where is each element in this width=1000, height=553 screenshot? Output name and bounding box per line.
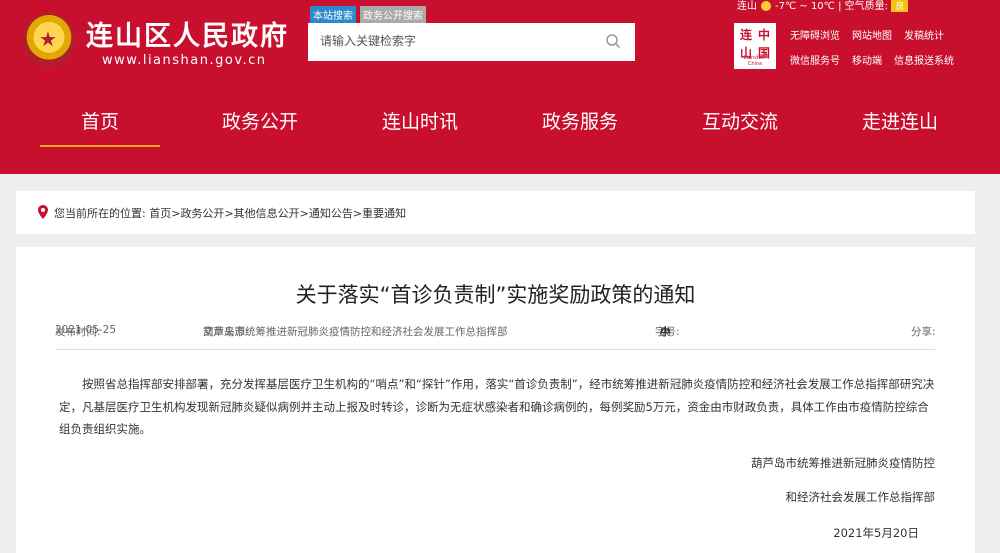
location-pin-icon xyxy=(38,205,48,219)
search-icon[interactable] xyxy=(605,33,621,49)
main-nav: 首页 政务公开 连山时讯 政务服务 互动交流 走进连山 xyxy=(40,108,960,147)
seal-caption: Lianshan China xyxy=(743,55,767,67)
nav-news[interactable]: 连山时讯 xyxy=(360,108,480,142)
breadcrumb-sep: > xyxy=(224,207,234,220)
breadcrumb-home[interactable]: 首页 xyxy=(149,207,171,220)
top-links: 无障碍浏览 网站地图 发稿统计 微信服务号 移动端 信息报送系统 xyxy=(790,27,990,77)
breadcrumb-notices[interactable]: 通知公告 xyxy=(309,207,353,220)
seal-char: 中 xyxy=(757,28,770,42)
link-wechat[interactable]: 微信服务号 xyxy=(790,52,840,67)
weather-temp: -7℃ ~ 10℃ xyxy=(775,1,835,12)
link-info-report[interactable]: 信息报送系统 xyxy=(894,52,954,67)
site-header: ★ 连山区人民政府 www.lianshan.gov.cn 本站搜索 政务公开搜索… xyxy=(0,0,1000,174)
article-body: 按照省总指挥部安排部署，充分发挥基层医疗卫生机构的“哨点”和“探针”作用，落实“… xyxy=(59,377,935,436)
site-url: www.lianshan.gov.cn xyxy=(102,53,267,68)
link-mobile[interactable]: 移动端 xyxy=(852,52,882,67)
link-post-stats[interactable]: 发稿统计 xyxy=(904,27,944,42)
sun-icon xyxy=(761,1,771,11)
breadcrumb-sep: > xyxy=(299,207,309,220)
link-sitemap[interactable]: 网站地图 xyxy=(852,27,892,42)
article-title: 关于落实“首诊负责制”实施奖励政策的通知 xyxy=(295,283,696,307)
seal-char: 连 xyxy=(739,28,752,42)
site-title[interactable]: 连山区人民政府 xyxy=(86,14,289,53)
lianshan-china-seal: 连 中 山 国 Lianshan China xyxy=(734,23,776,69)
weather-widget: 连山 -7℃ ~ 10℃ | 空气质量: 良 xyxy=(737,0,909,12)
star-icon: ★ xyxy=(39,27,57,51)
signature-line-1: 葫芦岛市统筹推进新冠肺炎疫情防控 xyxy=(751,456,935,470)
meta-divider xyxy=(55,349,935,350)
weather-city: 连山 xyxy=(737,1,757,12)
nav-about[interactable]: 走进连山 xyxy=(840,108,960,142)
article-source: 葫芦岛市统筹推进新冠肺炎疫情防控和经济社会发展工作总指挥部 xyxy=(203,326,508,338)
link-accessibility[interactable]: 无障碍浏览 xyxy=(790,27,840,42)
signature-date: 2021年5月20日 xyxy=(833,526,919,540)
nav-services[interactable]: 政务服务 xyxy=(520,108,640,142)
share-label[interactable]: 分享: xyxy=(911,324,936,339)
breadcrumb-prefix: 您当前所在的位置: xyxy=(54,207,146,220)
breadcrumb-important[interactable]: 重要通知 xyxy=(362,207,406,220)
breadcrumb-sep: > xyxy=(352,207,363,220)
national-emblem-logo[interactable]: ★ xyxy=(22,13,76,67)
search-tab-site[interactable]: 本站搜索 xyxy=(310,6,356,23)
signature-line-2: 和经济社会发展工作总指挥部 xyxy=(785,490,936,504)
breadcrumb-gov-affairs[interactable]: 政务公开 xyxy=(180,207,224,220)
search-input[interactable] xyxy=(320,34,590,48)
nav-gov-affairs[interactable]: 政务公开 xyxy=(200,108,320,142)
nav-home[interactable]: 首页 xyxy=(40,108,160,147)
search-tabs: 本站搜索 政务公开搜索 xyxy=(310,4,430,23)
air-quality-badge: 良 xyxy=(891,0,909,12)
air-quality-label: 空气质量: xyxy=(844,1,889,12)
search-tab-govinfo[interactable]: 政务公开搜索 xyxy=(360,6,426,23)
article-panel: 关于落实“首诊负责制”实施奖励政策的通知 发布时间: 2021-05-25 文章… xyxy=(16,247,975,553)
breadcrumb: 您当前所在的位置: 首页>政务公开>其他信息公开>通知公告>重要通知 xyxy=(16,191,975,234)
breadcrumb-other-info[interactable]: 其他信息公开 xyxy=(234,207,300,220)
publish-date: 2021-05-25 xyxy=(55,324,117,336)
nav-interaction[interactable]: 互动交流 xyxy=(680,108,800,142)
search-box xyxy=(308,23,635,61)
fontsize-small[interactable]: 小 xyxy=(660,324,671,339)
